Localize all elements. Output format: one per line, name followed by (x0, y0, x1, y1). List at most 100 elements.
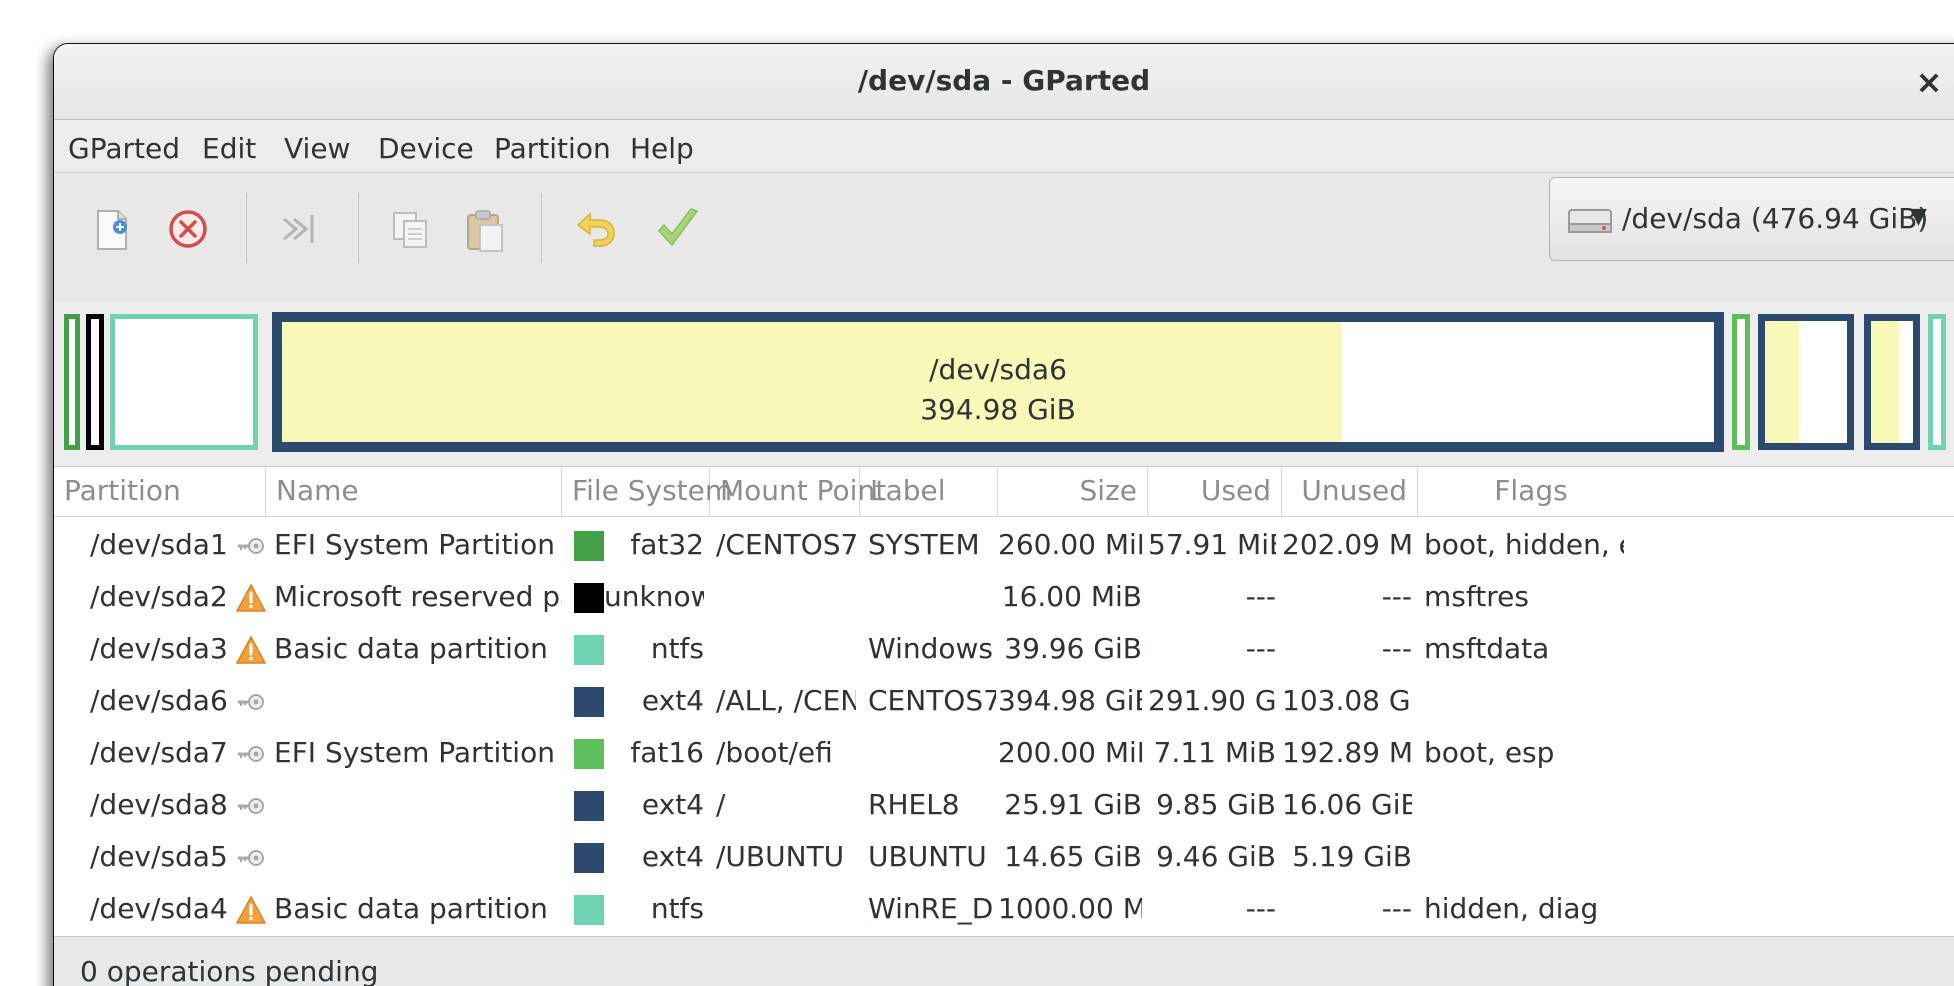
cell-label: WinRE_DRV (868, 892, 996, 925)
close-button[interactable]: × (1909, 62, 1949, 102)
cell-used: --- (1245, 892, 1276, 925)
col-partition[interactable]: Partition (54, 467, 266, 517)
partition-block-sda7[interactable] (1732, 314, 1750, 450)
cell-file-system: ext4 (641, 840, 704, 873)
table-row[interactable]: /dev/sda7 EFI System Partition fat16/boot/… (54, 727, 1954, 779)
copy-icon[interactable] (382, 201, 438, 257)
cell-flags (1424, 831, 1624, 883)
delete-icon[interactable] (160, 201, 216, 257)
cell-unused: 192.89 MiB (1282, 736, 1412, 769)
selected-partition-size: 394.98 GiB (920, 393, 1076, 426)
cell-file-system: fat32 (630, 528, 704, 561)
cell-size: 1000.00 MiB (998, 892, 1142, 925)
cell-label: SYSTEM (868, 528, 980, 561)
menu-device[interactable]: Device (378, 132, 474, 165)
hard-disk-icon (1568, 209, 1612, 233)
cell-label (868, 571, 996, 623)
menu-view[interactable]: View (284, 132, 350, 165)
device-selector[interactable]: /dev/sda (476.94 GiB) ▼ (1549, 177, 1954, 261)
table-row[interactable]: /dev/sda8 ext4 / RHEL8 25.91 GiB 9.85 GiB 16.0… (54, 779, 1954, 831)
cell-partition: /dev/sda7 (90, 736, 228, 769)
partition-block-sda5[interactable] (1864, 314, 1920, 450)
menu-edit[interactable]: Edit (202, 132, 256, 165)
operations-status: 0 operations pending (80, 955, 379, 986)
table-row[interactable]: /dev/sda2 Microsoft reserved partition unk… (54, 571, 1954, 623)
cell-partition: /dev/sda2 (90, 580, 228, 613)
apply-icon[interactable] (650, 201, 706, 257)
cell-label: UBUNTU (868, 840, 987, 873)
menu-partition[interactable]: Partition (494, 132, 611, 165)
col-used[interactable]: Used (1148, 467, 1282, 517)
partition-block-sda8[interactable] (1758, 314, 1854, 450)
partition-table: Partition Name File System Mount Point L… (54, 466, 1954, 936)
cell-mount-point (716, 883, 856, 935)
used-space-fill (1871, 321, 1899, 443)
cell-file-system: unknown (604, 580, 704, 613)
cell-used: 291.90 GiB (1148, 684, 1276, 717)
cell-flags: hidden, diag (1424, 892, 1599, 925)
col-size[interactable]: Size (998, 467, 1148, 517)
key-icon (236, 687, 266, 717)
cell-partition: /dev/sda1 (90, 528, 228, 561)
col-name[interactable]: Name (266, 467, 562, 517)
cell-file-system: ntfs (650, 632, 704, 665)
partition-block-sda3[interactable] (110, 314, 258, 450)
cell-unused: 103.08 GiB (1282, 684, 1412, 717)
table-row[interactable]: /dev/sda6 ext4/ALL, /CEN... CENTOS7394.98 … (54, 675, 1954, 727)
fs-color-swatch (574, 843, 604, 873)
chevron-down-icon: ▼ (1910, 204, 1927, 229)
paste-icon[interactable] (456, 201, 512, 257)
new-partition-icon[interactable] (82, 201, 138, 257)
partition-block-sda6[interactable]: /dev/sda6 394.98 GiB (272, 312, 1724, 452)
cell-mount-point (716, 571, 856, 623)
col-label[interactable]: Label (860, 467, 998, 517)
table-row[interactable]: /dev/sda1 EFI System Partition fat32/CENTO… (54, 519, 1954, 571)
cell-name (274, 675, 562, 727)
cell-used: 57.91 MiB (1148, 528, 1276, 561)
cell-name: EFI System Partition (274, 736, 555, 769)
key-icon (236, 531, 266, 561)
cell-partition: /dev/sda5 (90, 840, 228, 873)
fs-color-swatch (574, 687, 604, 717)
table-row[interactable]: /dev/sda3 Basic data partition ntfs Windows… (54, 623, 1954, 675)
table-row[interactable]: /dev/sda5 ext4/UBUNTU UBUNTU 14.65 GiB 9.46 … (54, 831, 1954, 883)
cell-unused: --- (1381, 892, 1412, 925)
cell-mount-point: /ALL, /CEN... (716, 684, 856, 717)
fs-color-swatch (574, 791, 604, 821)
partition-block-sda2[interactable] (86, 314, 104, 450)
warning-icon (235, 583, 267, 613)
toolbar-separator (358, 193, 359, 263)
cell-mount-point: / (716, 788, 726, 821)
cell-flags (1424, 675, 1624, 727)
table-row[interactable]: /dev/sda4 Basic data partition ntfs WinRE_D… (54, 883, 1954, 935)
col-file-system[interactable]: File System (562, 467, 732, 517)
disk-map: /dev/sda6 394.98 GiB (54, 302, 1954, 466)
cell-used: 9.46 GiB (1156, 840, 1276, 873)
device-label: /dev/sda (476.94 GiB) (1622, 202, 1929, 235)
cell-mount-point: /UBUNTU (716, 840, 845, 873)
col-flags[interactable]: Flags (1418, 467, 1954, 517)
cell-size: 260.00 MiB (998, 528, 1142, 561)
partition-block-sda4[interactable] (1928, 314, 1946, 450)
cell-flags: boot, hidden, esp (1424, 528, 1624, 561)
cell-flags: boot, esp (1424, 736, 1555, 769)
cell-name: Microsoft reserved partition (274, 580, 562, 613)
cell-partition: /dev/sda6 (90, 684, 228, 717)
cell-used: --- (1245, 632, 1276, 665)
menu-help[interactable]: Help (630, 132, 694, 165)
partition-block-sda1[interactable] (64, 314, 80, 450)
key-icon (236, 791, 266, 821)
cell-name: EFI System Partition (274, 528, 555, 561)
resize-move-icon[interactable] (272, 201, 328, 257)
warning-icon (235, 895, 267, 925)
col-unused[interactable]: Unused (1282, 467, 1418, 517)
cell-name: Basic data partition (274, 632, 548, 665)
cell-mount-point (716, 623, 856, 675)
fs-color-swatch (574, 739, 604, 769)
undo-icon[interactable] (568, 201, 624, 257)
cell-size: 200.00 MiB (998, 736, 1142, 769)
col-mount-point[interactable]: Mount Point (710, 467, 886, 517)
toolbar-separator (246, 193, 247, 263)
menu-gparted[interactable]: GParted (68, 132, 180, 165)
cell-label: CENTOS7 (868, 684, 996, 717)
